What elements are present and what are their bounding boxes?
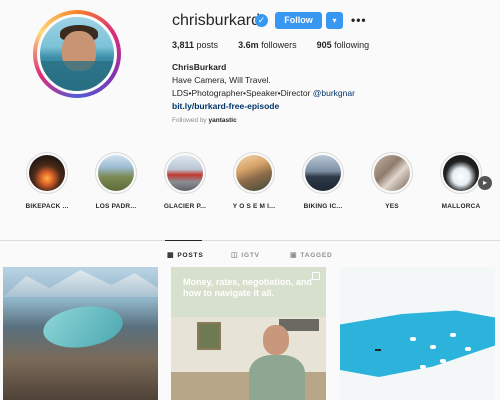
post-caption: Money, rates, negotiation, and how to na… [183,277,312,298]
profile-avatar-ring[interactable] [33,10,121,98]
followed-by-text: Followed by yantastic [172,117,237,124]
highlight-yosemite[interactable]: Y O S E M I... [224,152,284,210]
following-label: following [334,40,370,50]
posts-stat: 3,811 posts [172,40,218,50]
highlight-label: MALLORCA [441,203,481,210]
post-ice-floe [430,345,436,349]
more-options-icon[interactable]: ••• [351,12,367,29]
highlight-thumbnail [29,155,65,191]
bio-name: ChrisBurkard [172,62,227,72]
highlight-label: Y O S E M I... [232,203,276,210]
followers-count: 3.6m [238,40,259,50]
highlight-glacier[interactable]: GLACIER P... [155,152,215,210]
bio-mention-link[interactable]: @burkgnar [313,88,355,98]
tab-igtv[interactable]: ◫ IGTV [231,251,260,260]
post-ice-floe [420,365,426,369]
profile-stats: 3,811 posts 3.6m followers 905 following [172,40,369,50]
highlight-ring [164,152,206,194]
post-ice-floe [410,337,416,341]
tab-divider [0,240,500,241]
tag-icon: ▣ [290,252,298,259]
highlight-thumbnail [374,155,410,191]
post-ice-floe [440,359,446,363]
post-wall-frame [197,322,221,350]
tab-tagged[interactable]: ▣ TAGGED [290,251,333,260]
post-ice-floe [450,333,456,337]
highlight-ring [440,152,482,194]
post-thumbnail-glacier-lake[interactable] [3,267,158,400]
tv-icon: ◫ [231,252,239,259]
posts-label: posts [196,40,219,50]
post-ice-floe [465,347,471,351]
bio-line-2-text: LDS•Photographer•Speaker•Director [172,88,313,98]
verified-badge-icon: ✓ [255,14,268,27]
highlight-thumbnail [167,155,203,191]
post-thumbnail-money-rates[interactable]: Money, rates, negotiation, and how to na… [171,267,326,400]
avatar-water [40,61,114,91]
bio-line-2: LDS•Photographer•Speaker•Director @burkg… [172,87,472,100]
followers-label: followers [261,40,297,50]
highlight-label: BIKEPACK ... [25,203,69,210]
tab-posts-label: POSTS [177,251,204,259]
bio-line-1: Have Camera, Will Travel. [172,75,271,85]
highlight-label: BIKING IC... [303,203,343,210]
carousel-icon [312,272,320,280]
profile-username: chrisburkard [172,12,261,29]
post-mountains [3,270,158,297]
followed-by-user-link[interactable]: yantastic [209,117,237,124]
highlight-thumbnail [98,155,134,191]
grid-icon: ▦ [167,252,175,259]
highlight-ring [302,152,344,194]
highlight-yes[interactable]: YES [362,152,422,210]
tab-tagged-label: TAGGED [300,251,333,259]
following-stat[interactable]: 905 following [317,40,370,50]
post-thumbnail-ice-kayak[interactable] [340,267,495,400]
highlight-ring [95,152,137,194]
post-person-head [263,325,289,355]
highlights-next-icon[interactable]: ▸ [478,176,492,190]
highlight-ring [26,152,68,194]
post-kayak [375,349,381,351]
suggested-dropdown-button[interactable]: ▾ [326,12,343,29]
following-count: 905 [316,40,332,50]
highlight-biking-ice[interactable]: BIKING IC... [293,152,353,210]
highlight-los-padres[interactable]: LOS PADR... [86,152,146,210]
tab-igtv-label: IGTV [241,251,260,259]
post-water [340,310,495,377]
highlight-label: GLACIER P... [163,203,207,210]
highlight-thumbnail [443,155,479,191]
post-lake [40,301,126,353]
followed-by-prefix: Followed by [172,117,209,124]
highlight-thumbnail [236,155,272,191]
highlight-label: LOS PADR... [95,203,137,210]
avatar[interactable] [37,14,117,94]
profile-bio: ChrisBurkard Have Camera, Will Travel. L… [172,61,472,113]
follow-button[interactable]: Follow [275,12,322,29]
followers-stat[interactable]: 3.6m followers [238,40,297,50]
posts-count: 3,811 [172,40,195,50]
tab-posts[interactable]: ▦ POSTS [167,251,204,260]
bio-website-link[interactable]: bit.ly/burkard-free-episode [172,100,472,113]
post-person-body [249,355,305,400]
highlight-ring [233,152,275,194]
highlight-label: YES [385,203,399,210]
highlight-thumbnail [305,155,341,191]
highlight-ring [371,152,413,194]
active-tab-indicator [165,240,202,241]
highlight-bikepack[interactable]: BIKEPACK ... [17,152,77,210]
